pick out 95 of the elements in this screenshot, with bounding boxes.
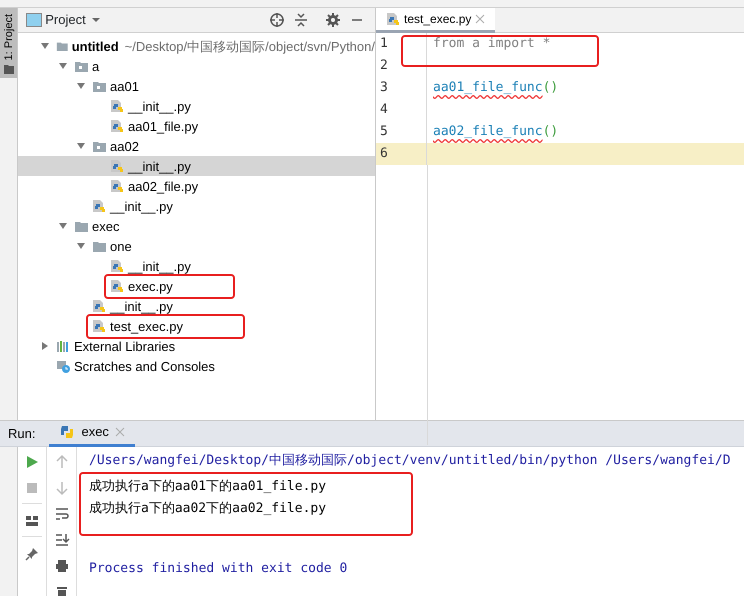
python-file-icon xyxy=(110,259,124,274)
console-line: Process finished with exit code 0 xyxy=(89,560,348,578)
python-file-icon xyxy=(110,119,124,134)
expanded-arrow-icon[interactable] xyxy=(40,41,50,52)
close-icon[interactable] xyxy=(475,14,486,24)
tree-row[interactable]: exec xyxy=(18,216,375,236)
tree-row[interactable]: __init__.py xyxy=(18,296,375,316)
tree-row[interactable]: __init__.py xyxy=(18,256,375,276)
line-number: 2 xyxy=(376,55,427,77)
package-folder-icon xyxy=(74,59,88,74)
scratch-icon xyxy=(56,359,70,374)
python-file-icon xyxy=(110,179,124,194)
layout-icon xyxy=(24,513,40,529)
editor-tab[interactable]: test_exec.py xyxy=(376,8,496,33)
run-icon xyxy=(24,454,40,470)
view-selector[interactable]: Project xyxy=(45,10,86,30)
down-icon xyxy=(54,480,70,496)
code-text: () xyxy=(542,80,558,96)
print-icon xyxy=(54,558,70,574)
tree-item-label: one xyxy=(110,238,132,256)
caret-icon[interactable] xyxy=(90,17,101,23)
panel-title: Run: xyxy=(8,424,36,443)
collapsed-arrow-icon[interactable] xyxy=(40,341,50,352)
settings-icon[interactable] xyxy=(325,12,341,28)
tree-item-label: External Libraries xyxy=(74,338,176,356)
scroll-to-end-icon xyxy=(54,532,70,548)
tree-item-label: Scratches and Consoles xyxy=(74,358,215,376)
library-icon xyxy=(56,339,70,354)
python-file-icon xyxy=(110,159,124,174)
python-file-icon xyxy=(92,299,106,314)
expanded-arrow-icon[interactable] xyxy=(58,221,68,232)
tree-row[interactable]: aa01 xyxy=(18,76,375,96)
tree-row[interactable]: aa02 xyxy=(18,136,375,156)
panel-icon xyxy=(26,13,42,27)
folder-icon xyxy=(92,239,106,254)
line-number: 3 xyxy=(376,77,427,99)
code-text: from a import * xyxy=(433,36,550,52)
expanded-arrow-icon[interactable] xyxy=(58,61,68,72)
code-text: aa02_file_func xyxy=(433,124,543,140)
pin-icon xyxy=(24,546,40,562)
tree-item-label: untitled xyxy=(72,38,119,56)
tree-row[interactable]: __init__.py xyxy=(18,196,375,216)
code-text: () xyxy=(542,124,558,140)
locate-icon[interactable] xyxy=(269,12,285,28)
project-tool-tab[interactable]: 1: Project xyxy=(0,8,17,78)
line-number: 1 xyxy=(376,33,427,55)
package-folder-icon xyxy=(92,139,106,154)
console-line: 成功执行a下的aa02下的aa02_file.py xyxy=(89,500,328,518)
tree-item-label: __init__.py xyxy=(128,258,191,276)
up-icon xyxy=(54,454,70,470)
run-tab[interactable]: exec xyxy=(49,420,135,446)
tree-item-label: a xyxy=(92,58,100,76)
tree-item-label: exec xyxy=(92,218,120,236)
tree-row[interactable]: untitled ~/Desktop/中国移动国际/object/svn/Python/ xyxy=(18,36,375,56)
tree-row[interactable]: __init__.py xyxy=(18,156,375,176)
python-file-icon xyxy=(110,99,124,114)
tree-item-label: aa02_file.py xyxy=(128,178,198,196)
tree-row[interactable]: aa01_file.py xyxy=(18,116,375,136)
package-folder-icon xyxy=(92,79,106,94)
path-text: ~/Desktop/中国移动国际/object/svn/Python/ xyxy=(124,38,375,56)
tree-item-label: aa01 xyxy=(110,78,139,96)
expanded-arrow-icon[interactable] xyxy=(76,241,86,252)
tree-row[interactable]: a xyxy=(18,56,375,76)
tree-row[interactable]: exec.py xyxy=(18,276,375,296)
stop-icon xyxy=(24,480,40,496)
tree-item-label: exec.py xyxy=(128,278,173,296)
python-icon xyxy=(59,424,76,440)
tree-item-label: __init__.py xyxy=(110,298,173,316)
folder-icon xyxy=(74,219,88,234)
line-number: 6 xyxy=(376,143,427,165)
tree-row[interactable]: Scratches and Consoles xyxy=(18,356,375,376)
expanded-arrow-icon[interactable] xyxy=(76,81,86,92)
tree-item-label: aa01_file.py xyxy=(128,118,198,136)
python-file-icon xyxy=(386,12,400,26)
code-text: aa01_file_func xyxy=(433,80,543,96)
python-file-icon xyxy=(92,199,106,214)
tree-row[interactable]: test_exec.py xyxy=(18,316,375,336)
tree-item-label: __init__.py xyxy=(110,198,173,216)
console-line: /Users/wangfei/Desktop/中国移动国际/object/venv/untitled/bin/python /Users/wangfei/D xyxy=(89,452,732,470)
tree-row[interactable]: aa02_file.py xyxy=(18,176,375,196)
python-file-icon xyxy=(92,319,106,334)
tree-row[interactable]: one xyxy=(18,236,375,256)
tree-item-label: __init__.py xyxy=(128,98,191,116)
console-line: 成功执行a下的aa01下的aa01_file.py xyxy=(89,478,328,496)
collapse-icon[interactable] xyxy=(293,12,309,28)
tree-item-label: __init__.py xyxy=(128,158,191,176)
tree-item-label: test_exec.py xyxy=(110,318,183,336)
expanded-arrow-icon[interactable] xyxy=(76,141,86,152)
soft-wrap-icon xyxy=(54,506,70,522)
python-file-icon xyxy=(110,279,124,294)
line-number: 4 xyxy=(376,99,427,121)
tree-item-label: aa02 xyxy=(110,138,139,156)
tree-row[interactable]: __init__.py xyxy=(18,96,375,116)
tree-row[interactable]: External Libraries xyxy=(18,336,375,356)
folder-icon xyxy=(4,64,14,74)
